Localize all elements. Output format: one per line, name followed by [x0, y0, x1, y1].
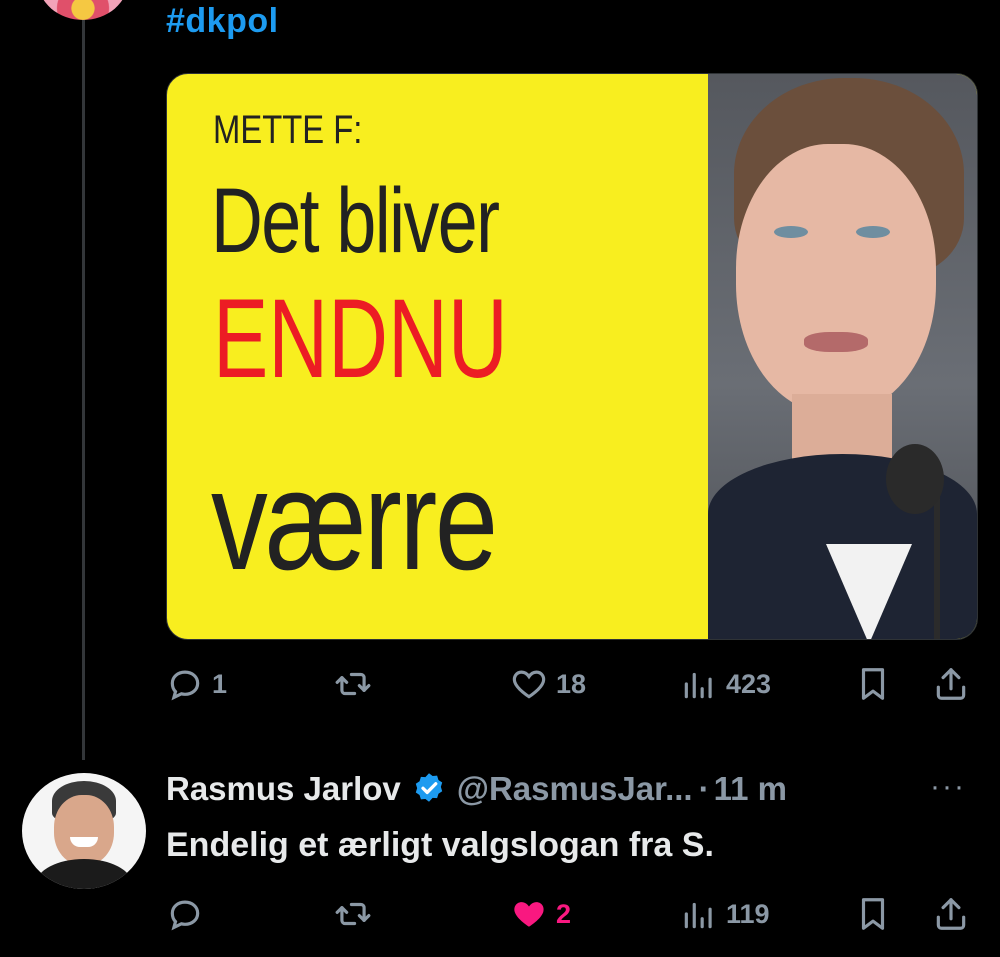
reply-icon: [170, 900, 200, 931]
more-options-button[interactable]: ···: [930, 770, 974, 806]
thread-line: [82, 0, 85, 760]
share-button[interactable]: [932, 664, 970, 704]
views-chart-icon: [684, 672, 712, 699]
reply-action-bar: 2 119: [166, 894, 976, 934]
headline-line-2: Det bliver: [211, 170, 500, 272]
bookmark-icon: [861, 668, 885, 700]
post-time[interactable]: 11 m: [714, 770, 787, 808]
share-icon: [936, 668, 966, 700]
microphone: [886, 444, 944, 514]
heart-icon: [512, 670, 546, 699]
retweet-button[interactable]: [334, 894, 372, 934]
like-count: 2: [556, 898, 572, 929]
reply-button[interactable]: 1: [166, 664, 227, 704]
headline-line-4: værre: [211, 441, 498, 600]
headline-line-3: ENDNU: [213, 276, 508, 401]
views-count: 423: [726, 668, 772, 699]
retweet-icon: [335, 902, 371, 926]
previous-author-avatar[interactable]: [38, 0, 128, 20]
reply-author-avatar[interactable]: [22, 773, 146, 889]
portrait-photo: [708, 74, 977, 639]
reply-count: 1: [212, 668, 228, 699]
like-button-active[interactable]: 2: [510, 894, 571, 934]
meta-separator: ·: [698, 770, 710, 807]
bookmark-icon: [861, 898, 885, 930]
verified-badge-icon: [415, 773, 442, 802]
author-name[interactable]: Rasmus Jarlov: [166, 770, 401, 808]
views-button[interactable]: 119: [680, 894, 770, 934]
hashtag-link[interactable]: #dkpol: [166, 2, 279, 41]
bookmark-button[interactable]: [854, 664, 892, 704]
reply-button[interactable]: [166, 894, 204, 934]
views-chart-icon: [684, 902, 712, 929]
reply-text: Endelig et ærligt valgslogan fra S.: [166, 826, 714, 864]
like-count: 18: [556, 668, 587, 699]
tweet-media-image[interactable]: METTE F: Det bliver ENDNU værre: [166, 73, 978, 640]
reply-header: Rasmus Jarlov @RasmusJar... · 11 m: [166, 770, 787, 808]
retweet-icon: [335, 672, 371, 696]
headline-kicker: METTE F:: [213, 108, 363, 152]
share-button[interactable]: [932, 894, 970, 934]
heart-filled-icon: [514, 902, 544, 927]
tweet-action-bar: 1 18 423: [166, 664, 976, 704]
share-icon: [936, 898, 966, 930]
views-button[interactable]: 423: [680, 664, 771, 704]
author-handle[interactable]: @RasmusJar...: [457, 770, 693, 808]
bookmark-button[interactable]: [854, 894, 892, 934]
views-count: 119: [726, 898, 770, 929]
like-button[interactable]: 18: [510, 664, 586, 704]
reply-icon: [170, 670, 200, 701]
retweet-button[interactable]: [334, 664, 372, 704]
